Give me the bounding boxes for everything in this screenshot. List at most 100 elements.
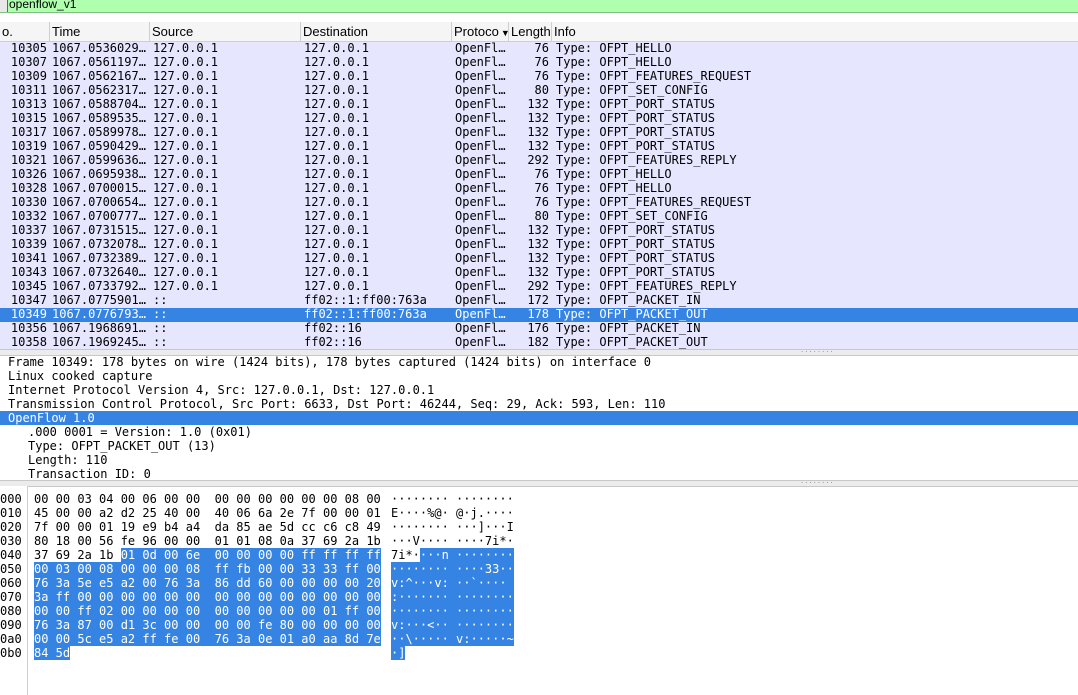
packet-dst-cell: ff02::16: [304, 322, 362, 335]
detail-tree-item[interactable]: Frame 10349: 178 bytes on wire (1424 bit…: [0, 355, 1078, 369]
column-header-destination[interactable]: Destination: [301, 22, 452, 41]
packet-time-cell: 1067.0599636…: [52, 154, 146, 167]
packet-row[interactable]: 10339 1067.0732078… 127.0.0.1 127.0.0.1 Open…: [0, 238, 1078, 252]
ascii-bytes[interactable]: ········ ···]···I: [391, 520, 514, 534]
column-header-no[interactable]: o.: [0, 22, 50, 41]
packet-list[interactable]: 10305 1067.0536029… 127.0.0.1 127.0.0.1 Open…: [0, 42, 1078, 350]
ascii-bytes[interactable]: 7i*····n ········: [391, 548, 514, 562]
ascii-bytes[interactable]: v:···<·· ········: [391, 618, 514, 632]
packet-row[interactable]: 10332 1067.0700777… 127.0.0.1 127.0.0.1 Open…: [0, 210, 1078, 224]
ascii-bytes[interactable]: ··\····· v:·····~: [391, 632, 514, 646]
ascii-bytes[interactable]: ········ ········: [391, 604, 514, 618]
packet-info-cell: Type: OFPT_FEATURES_REQUEST: [556, 196, 752, 209]
packet-row[interactable]: 10321 1067.0599636… 127.0.0.1 127.0.0.1 Open…: [0, 154, 1078, 168]
detail-tree-item[interactable]: Type: OFPT_PACKET_OUT (13): [0, 439, 1078, 453]
hex-dump-row: 090 76 3a 87 00 d1 3c 00 00 00 00 fe 80 0…: [0, 618, 1078, 632]
packet-details-tree[interactable]: Frame 10349: 178 bytes on wire (1424 bit…: [0, 355, 1078, 481]
packet-time-cell: 1067.0590429…: [52, 140, 146, 153]
detail-tree-item[interactable]: OpenFlow 1.0: [0, 411, 1078, 425]
packet-proto-cell: OpenFl…: [455, 182, 506, 195]
packet-no-cell: 10337: [10, 224, 47, 237]
packet-row[interactable]: 10307 1067.0561197… 127.0.0.1 127.0.0.1 Open…: [0, 56, 1078, 70]
hex-dump-row: 060 76 3a 5e e5 a2 00 76 3a 86 dd 60 00 0…: [0, 576, 1078, 590]
packet-bytes-pane[interactable]: 000 00 00 03 04 00 06 00 00 00 00 00 00 0…: [0, 486, 1078, 695]
packet-row[interactable]: 10328 1067.0700015… 127.0.0.1 127.0.0.1 Open…: [0, 182, 1078, 196]
packet-no-cell: 10349: [10, 308, 47, 321]
column-header-length[interactable]: Length: [509, 22, 552, 41]
packet-proto-cell: OpenFl…: [455, 42, 506, 55]
packet-src-cell: 127.0.0.1: [153, 182, 219, 195]
hex-bytes[interactable]: 00 00 ff 02 00 00 00 00 00 00 00 00 00 0…: [34, 604, 381, 618]
hex-offset: 070: [0, 590, 22, 604]
packet-row[interactable]: 10317 1067.0589978… 127.0.0.1 127.0.0.1 Open…: [0, 126, 1078, 140]
detail-tree-item[interactable]: Transmission Control Protocol, Src Port:…: [0, 397, 1078, 411]
ascii-bytes[interactable]: ·]: [391, 646, 406, 660]
hex-bytes[interactable]: 84 5d: [34, 646, 71, 660]
packet-no-cell: 10332: [10, 210, 47, 223]
packet-dst-cell: 127.0.0.1: [304, 112, 370, 125]
hex-bytes[interactable]: 00 03 00 08 00 00 00 08 ff fb 00 00 33 3…: [34, 562, 381, 576]
hex-dump-row: 030 80 18 00 56 fe 96 00 00 01 01 08 0a 3…: [0, 534, 1078, 548]
hex-bytes[interactable]: 45 00 00 a2 d2 25 40 00 40 06 6a 2e 7f 0…: [34, 506, 381, 520]
column-label: Time: [52, 24, 81, 39]
packet-no-cell: 10339: [10, 238, 47, 251]
ascii-bytes[interactable]: ········ ····33··: [391, 562, 514, 576]
hex-bytes[interactable]: 76 3a 87 00 d1 3c 00 00 00 00 fe 80 00 0…: [34, 618, 381, 632]
packet-dst-cell: ff02::1:ff00:763a: [304, 308, 427, 321]
packet-info-cell: Type: OFPT_HELLO: [556, 56, 672, 69]
ascii-bytes[interactable]: v:^···v: ··`····: [391, 576, 514, 590]
sort-descending-icon: ▼: [500, 28, 509, 38]
packet-dst-cell: 127.0.0.1: [304, 70, 370, 83]
hex-bytes[interactable]: 00 00 03 04 00 06 00 00 00 00 00 00 00 0…: [34, 492, 381, 506]
packet-row[interactable]: 10341 1067.0732389… 127.0.0.1 127.0.0.1 Open…: [0, 252, 1078, 266]
packet-time-cell: 1067.0536029…: [52, 42, 146, 55]
ascii-bytes[interactable]: ········ ········: [391, 492, 514, 506]
packet-row[interactable]: 10319 1067.0590429… 127.0.0.1 127.0.0.1 Open…: [0, 140, 1078, 154]
column-header-info[interactable]: Info: [552, 22, 1078, 41]
packet-row[interactable]: 10337 1067.0731515… 127.0.0.1 127.0.0.1 Open…: [0, 224, 1078, 238]
detail-tree-item[interactable]: Length: 110: [0, 453, 1078, 467]
display-filter-input[interactable]: [9, 0, 1069, 11]
packet-row[interactable]: 10347 1067.0775901…:: ff02::1:ff00:763a Ope…: [0, 294, 1078, 308]
packet-row[interactable]: 10358 1067.1969245…:: ff02::16 OpenFl… 182 Ty…: [0, 336, 1078, 350]
hex-offset: 090: [0, 618, 22, 632]
ascii-bytes[interactable]: ···V···· ····7i*·: [391, 534, 514, 548]
packet-time-cell: 1067.0732640…: [52, 266, 146, 279]
packet-row[interactable]: 10326 1067.0695938… 127.0.0.1 127.0.0.1 Open…: [0, 168, 1078, 182]
packet-row[interactable]: 10315 1067.0589535… 127.0.0.1 127.0.0.1 Open…: [0, 112, 1078, 126]
hex-bytes[interactable]: 80 18 00 56 fe 96 00 00 01 01 08 0a 37 6…: [34, 534, 381, 548]
packet-row-selected[interactable]: 10349 1067.0776793…:: ff02::1:ff00:763a Ope…: [0, 308, 1078, 322]
hex-bytes[interactable]: 3a ff 00 00 00 00 00 00 00 00 00 00 00 0…: [34, 590, 381, 604]
column-header-source[interactable]: Source: [150, 22, 301, 41]
packet-info-cell: Type: OFPT_PORT_STATUS: [556, 224, 715, 237]
packet-src-cell: 127.0.0.1: [153, 140, 219, 153]
packet-row[interactable]: 10330 1067.0700654… 127.0.0.1 127.0.0.1 Open…: [0, 196, 1078, 210]
packet-row[interactable]: 10311 1067.0562317… 127.0.0.1 127.0.0.1 Open…: [0, 84, 1078, 98]
filter-bookmark-button[interactable]: [0, 0, 8, 12]
packet-proto-cell: OpenFl…: [455, 280, 506, 293]
ascii-bytes[interactable]: E····%@· @·j.····: [391, 506, 514, 520]
column-label: Info: [554, 24, 576, 39]
hex-bytes[interactable]: 37 69 2a 1b 01 0d 00 6e 00 00 00 00 ff f…: [34, 548, 381, 562]
column-header-time[interactable]: Time: [50, 22, 150, 41]
packet-time-cell: 1067.0562167…: [52, 70, 146, 83]
packet-row[interactable]: 10305 1067.0536029… 127.0.0.1 127.0.0.1 Open…: [0, 42, 1078, 56]
detail-tree-item[interactable]: .000 0001 = Version: 1.0 (0x01): [0, 425, 1078, 439]
detail-tree-item[interactable]: Internet Protocol Version 4, Src: 127.0.…: [0, 383, 1078, 397]
packet-proto-cell: OpenFl…: [455, 308, 506, 321]
packet-row[interactable]: 10309 1067.0562167… 127.0.0.1 127.0.0.1 Open…: [0, 70, 1078, 84]
detail-tree-item[interactable]: Transaction ID: 0: [0, 467, 1078, 481]
hex-bytes[interactable]: 00 00 5c e5 a2 ff fe 00 76 3a 0e 01 a0 a…: [34, 632, 381, 646]
detail-tree-item[interactable]: Linux cooked capture: [0, 369, 1078, 383]
ascii-bytes[interactable]: :······· ········: [391, 590, 514, 604]
hex-bytes[interactable]: 76 3a 5e e5 a2 00 76 3a 86 dd 60 00 00 0…: [34, 576, 381, 590]
hex-bytes[interactable]: 7f 00 00 01 19 e9 b4 a4 da 85 ae 5d cc c…: [34, 520, 381, 534]
packet-row[interactable]: 10343 1067.0732640… 127.0.0.1 127.0.0.1 Open…: [0, 266, 1078, 280]
column-header-protocol[interactable]: Protoco ▼: [452, 22, 509, 41]
packet-no-cell: 10326: [10, 168, 47, 181]
packet-row[interactable]: 10345 1067.0733792… 127.0.0.1 127.0.0.1 Open…: [0, 280, 1078, 294]
packet-row[interactable]: 10356 1067.1968691…:: ff02::16 OpenFl… 176 Ty…: [0, 322, 1078, 336]
packet-dst-cell: 127.0.0.1: [304, 140, 370, 153]
packet-proto-cell: OpenFl…: [455, 126, 506, 139]
packet-row[interactable]: 10313 1067.0588704… 127.0.0.1 127.0.0.1 Open…: [0, 98, 1078, 112]
